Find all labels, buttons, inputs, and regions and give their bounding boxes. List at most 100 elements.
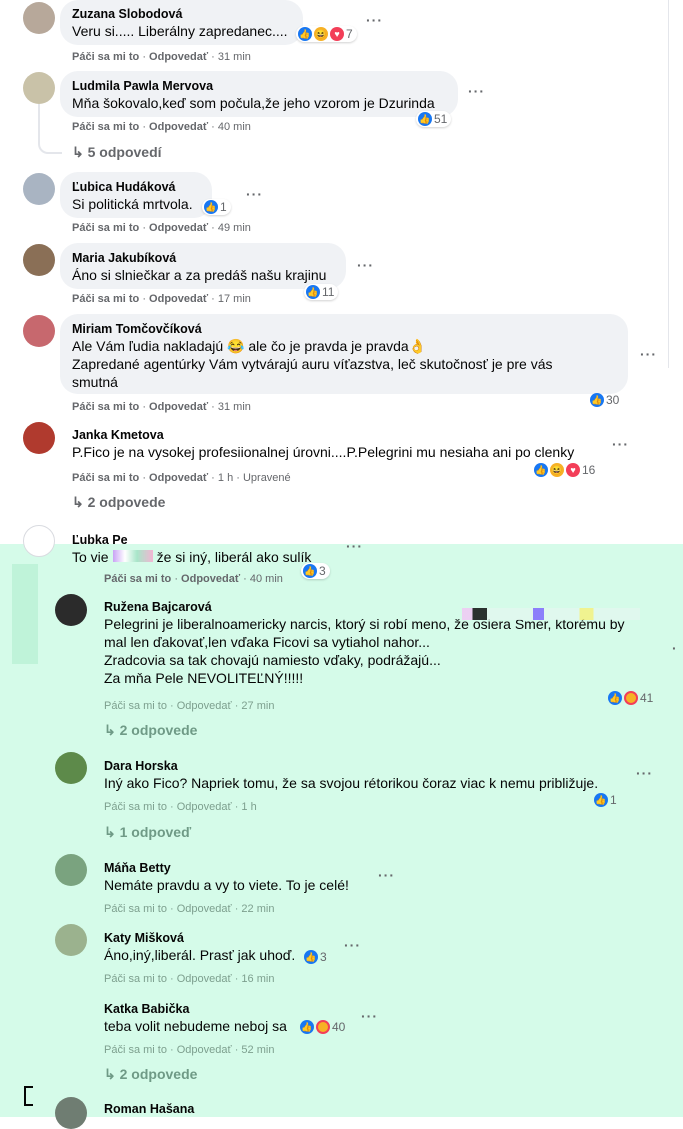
comment-time[interactable]: 40 min <box>250 573 283 585</box>
reaction-summary[interactable]: 👍 11 <box>304 284 339 300</box>
view-replies-button[interactable]: ↳ 1 odpoveď <box>104 824 191 841</box>
comment-bubble: Dara Horska Iný ako Fico? Napriek tomu, … <box>92 751 632 797</box>
comment-actions: Páči sa mi to · Odpovedať · 40 min <box>72 121 251 133</box>
more-options-icon[interactable]: ··· <box>344 937 361 953</box>
comment-time[interactable]: 52 min <box>241 1044 274 1056</box>
reply-button[interactable]: Odpovedať <box>149 401 208 413</box>
more-options-icon[interactable]: ··· <box>357 257 374 273</box>
comment-author[interactable]: Katy Mišková <box>104 930 320 946</box>
like-button[interactable]: Páči sa mi to <box>104 973 167 985</box>
comment-time[interactable]: 27 min <box>241 700 274 712</box>
comment-time[interactable]: 16 min <box>241 973 274 985</box>
comment-bubble: Miriam Tomčovčíková Ale Vám ľudia naklad… <box>60 314 628 394</box>
like-button[interactable]: Páči sa mi to <box>104 700 167 712</box>
like-button[interactable]: Páči sa mi to <box>104 573 171 585</box>
comment-actions: Páči sa mi to · Odpovedať · 49 min <box>72 222 251 234</box>
comment-author[interactable]: Roman Hašana <box>104 1101 194 1117</box>
comment-time[interactable]: 31 min <box>218 51 251 63</box>
reaction-summary[interactable]: 👍 1 <box>202 199 231 215</box>
like-button[interactable]: Páči sa mi to <box>72 222 139 234</box>
avatar[interactable] <box>23 525 55 557</box>
reply-button[interactable]: Odpovedať <box>149 51 208 63</box>
reply-button[interactable]: Odpovedať <box>177 903 232 915</box>
comment-time[interactable]: 22 min <box>241 903 274 915</box>
reply-button[interactable]: Odpovedať <box>177 973 232 985</box>
like-button[interactable]: Páči sa mi to <box>72 51 139 63</box>
reply-button[interactable]: Odpovedať <box>177 801 232 813</box>
view-replies-button[interactable]: ↳ 5 odpovedí <box>72 144 162 161</box>
comment-author[interactable]: Ľubka Pe <box>72 532 324 548</box>
comment-author[interactable]: Maria Jakubíková <box>72 250 334 266</box>
like-button[interactable]: Páči sa mi to <box>72 121 139 133</box>
like-button[interactable]: Páči sa mi to <box>72 293 139 305</box>
reaction-summary[interactable]: 👍 30 <box>588 392 623 408</box>
like-button[interactable]: Páči sa mi to <box>104 801 167 813</box>
reaction-summary[interactable]: 👍 41 <box>606 690 657 706</box>
comment-author[interactable]: Katka Babička <box>104 1001 340 1017</box>
like-button[interactable]: Páči sa mi to <box>72 401 139 413</box>
comment-text: P.Fico je na vysokej profesiionalnej úro… <box>72 444 575 460</box>
reply-button[interactable]: Odpovedať <box>177 700 232 712</box>
more-options-icon[interactable]: · <box>672 640 678 656</box>
reply-button[interactable]: Odpovedať <box>149 222 208 234</box>
avatar[interactable] <box>55 752 87 784</box>
comment-time[interactable]: 1 h <box>241 801 256 813</box>
comment-author[interactable]: Ľubica Hudáková <box>72 179 200 195</box>
view-replies-button[interactable]: ↳ 2 odpovede <box>104 1066 197 1083</box>
avatar[interactable] <box>55 924 87 956</box>
more-options-icon[interactable]: ··· <box>468 83 485 99</box>
reaction-summary[interactable]: 👍 40 <box>298 1019 349 1035</box>
more-options-icon[interactable]: ··· <box>636 765 653 781</box>
reply-button[interactable]: Odpovedať <box>181 573 240 585</box>
like-button[interactable]: Páči sa mi to <box>104 1044 167 1056</box>
avatar[interactable] <box>55 594 87 626</box>
avatar[interactable] <box>23 2 55 34</box>
reply-arrow-icon: ↳ <box>104 824 116 840</box>
comment-text-line: smutná <box>72 374 118 390</box>
more-options-icon[interactable]: ··· <box>640 346 657 362</box>
more-options-icon[interactable]: ··· <box>361 1008 378 1024</box>
avatar[interactable] <box>23 422 55 454</box>
thread-line <box>38 104 62 154</box>
avatar[interactable] <box>23 72 55 104</box>
comment-time[interactable]: 31 min <box>218 401 251 413</box>
reaction-summary[interactable]: 👍 3 <box>301 563 330 579</box>
comment-time[interactable]: 1 h <box>218 472 233 484</box>
comment-time[interactable]: 17 min <box>218 293 251 305</box>
reaction-summary[interactable]: 👍 😆 ♥ 7 <box>296 26 357 42</box>
comment-author[interactable]: Dara Horska <box>104 758 620 774</box>
view-replies-button[interactable]: ↳ 2 odpovede <box>72 494 165 511</box>
more-options-icon[interactable]: ··· <box>246 186 263 202</box>
reply-button[interactable]: Odpovedať <box>177 1044 232 1056</box>
like-icon: 👍 <box>608 691 622 705</box>
comment-author[interactable]: Ludmila Pawla Mervova <box>72 78 446 94</box>
reaction-summary[interactable]: 👍 😆 ♥ 16 <box>532 462 599 478</box>
comment-author[interactable]: Zuzana Slobodová <box>72 6 291 22</box>
avatar[interactable] <box>23 244 55 276</box>
more-options-icon[interactable]: ··· <box>612 436 629 452</box>
comment-author[interactable]: Miriam Tomčovčíková <box>72 321 616 337</box>
reaction-summary[interactable]: 👍 1 <box>592 792 621 808</box>
avatar[interactable] <box>23 173 55 205</box>
reply-button[interactable]: Odpovedať <box>149 121 208 133</box>
reaction-summary[interactable]: 👍 51 <box>416 111 452 127</box>
reply-button[interactable]: Odpovedať <box>149 293 208 305</box>
more-options-icon[interactable]: ··· <box>378 867 395 883</box>
glitch-artifact <box>112 550 153 562</box>
more-options-icon[interactable]: ··· <box>366 12 383 28</box>
view-replies-button[interactable]: ↳ 2 odpovede <box>104 722 197 739</box>
comment-time[interactable]: 49 min <box>218 222 251 234</box>
avatar[interactable] <box>55 1097 87 1129</box>
reaction-count: 1 <box>610 793 617 807</box>
care-icon <box>316 1020 330 1034</box>
avatar[interactable] <box>23 315 55 347</box>
comment-author[interactable]: Janka Kmetova <box>72 427 608 443</box>
reply-button[interactable]: Odpovedať <box>149 472 208 484</box>
like-button[interactable]: Páči sa mi to <box>104 903 167 915</box>
avatar[interactable] <box>55 854 87 886</box>
comment-time[interactable]: 40 min <box>218 121 251 133</box>
more-options-icon[interactable]: ··· <box>346 538 363 554</box>
comment-author[interactable]: Máňa Betty <box>104 860 370 876</box>
reaction-summary[interactable]: 👍 3 <box>302 949 331 965</box>
like-button[interactable]: Páči sa mi to <box>72 472 139 484</box>
